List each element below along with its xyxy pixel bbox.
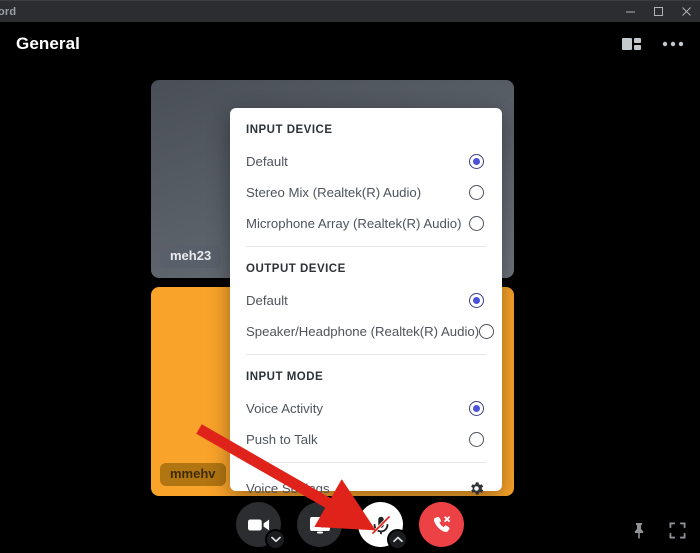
call-header: General [0, 22, 700, 66]
option-label: Stereo Mix (Realtek(R) Audio) [246, 184, 422, 200]
divider [246, 462, 486, 463]
option-input-microphone-array[interactable]: Microphone Array (Realtek(R) Audio) [244, 208, 488, 239]
discord-call-window: ord General meh23 mmehv INPUT DEVICE Def… [0, 0, 700, 553]
section-title-input-device: INPUT DEVICE [246, 124, 333, 136]
more-options-icon[interactable] [662, 41, 684, 47]
option-label: Microphone Array (Realtek(R) Audio) [246, 215, 462, 231]
radio-button[interactable] [469, 216, 484, 231]
radio-button-selected[interactable] [469, 293, 484, 308]
corner-actions [631, 522, 686, 539]
option-input-default[interactable]: Default [244, 146, 488, 177]
window-titlebar: ord [0, 0, 700, 22]
minimize-icon[interactable] [616, 1, 644, 23]
maximize-icon[interactable] [644, 1, 672, 23]
gear-icon[interactable] [468, 480, 485, 497]
close-icon[interactable] [672, 1, 700, 23]
chevron-down-icon [270, 536, 281, 543]
screen-share-button[interactable] [297, 502, 342, 547]
radio-button[interactable] [469, 432, 484, 447]
window-controls [616, 1, 700, 23]
pin-button[interactable] [631, 522, 647, 539]
app-title: ord [0, 5, 17, 18]
section-title-output-device: OUTPUT DEVICE [246, 263, 346, 275]
participant-name: meh23 [160, 245, 222, 268]
participant-name: mmehv [160, 463, 226, 486]
option-voice-activity[interactable]: Voice Activity [244, 393, 488, 424]
layout-view-icon[interactable] [622, 36, 642, 52]
radio-button[interactable] [469, 185, 484, 200]
option-label: Default [246, 292, 288, 308]
radio-button[interactable] [479, 324, 495, 339]
camera-options-badge[interactable] [265, 529, 286, 550]
camera-icon [247, 519, 269, 530]
option-label: Voice Activity [246, 400, 323, 416]
end-call-button[interactable] [419, 502, 464, 547]
option-label: Default [246, 153, 288, 169]
option-output-speaker-headphone[interactable]: Speaker/Headphone (Realtek(R) Audio) [244, 316, 495, 347]
option-label: Push to Talk [246, 431, 318, 447]
call-controls-bar [0, 496, 700, 553]
option-push-to-talk[interactable]: Push to Talk [244, 424, 488, 455]
camera-button[interactable] [236, 502, 286, 550]
option-label: Speaker/Headphone (Realtek(R) Audio) [246, 323, 480, 339]
chevron-up-icon [392, 536, 403, 543]
option-output-default[interactable]: Default [244, 285, 488, 316]
phone-hangup-icon [433, 515, 450, 532]
fullscreen-button[interactable] [669, 522, 686, 539]
microphone-options-badge[interactable] [387, 529, 408, 550]
radio-button-selected[interactable] [469, 154, 484, 169]
header-actions [622, 36, 684, 52]
screen-share-icon [309, 516, 330, 533]
radio-button-selected[interactable] [469, 401, 484, 416]
microphone-button[interactable] [358, 502, 408, 550]
section-title-input-mode: INPUT MODE [246, 371, 324, 383]
audio-settings-popup: INPUT DEVICE Default Stereo Mix (Realtek… [230, 108, 502, 496]
option-input-stereo-mix[interactable]: Stereo Mix (Realtek(R) Audio) [244, 177, 488, 208]
fullscreen-icon [669, 522, 686, 539]
voice-settings-label: Voice Settings [246, 480, 330, 496]
page-title: General [16, 34, 81, 53]
pin-icon [634, 523, 644, 539]
